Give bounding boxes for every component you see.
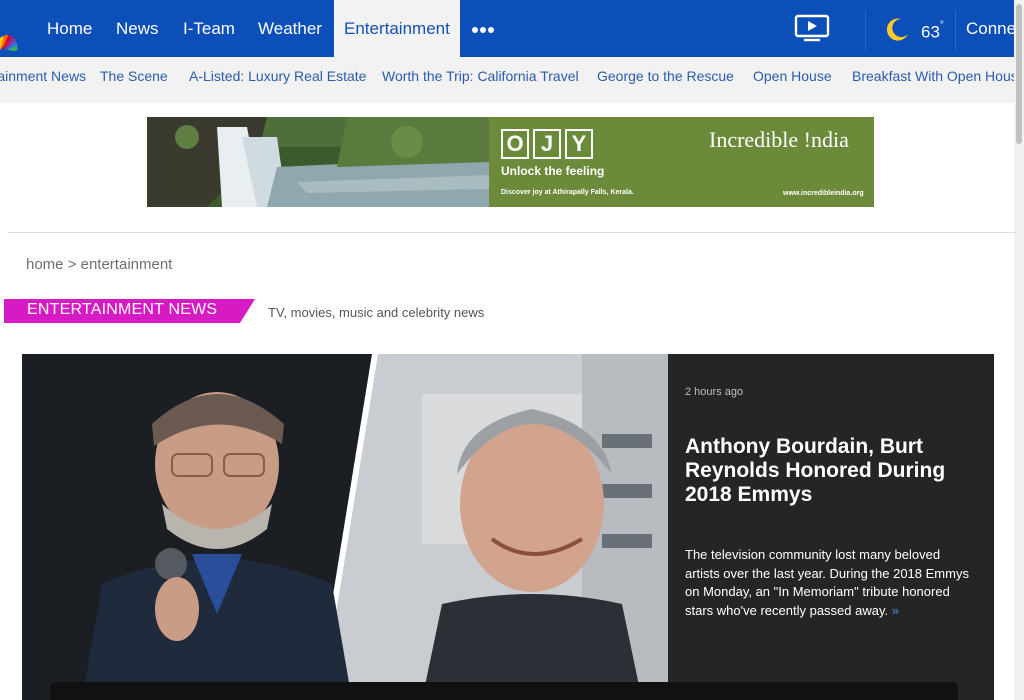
read-more-link[interactable]: »	[892, 603, 899, 618]
story-summary: The television community lost many belov…	[685, 546, 975, 620]
waterfall-ad-image	[147, 117, 489, 207]
sub-navigation: Entertainment News The Scene A-Listed: L…	[0, 57, 1024, 103]
ojy-logo: O J Y	[501, 129, 597, 159]
hero-photo[interactable]	[22, 354, 668, 700]
subnav-open-house[interactable]: Open House	[753, 57, 832, 103]
moon-icon[interactable]	[884, 16, 910, 42]
ad-url: www.incredibleindia.org	[783, 190, 864, 197]
subnav-george-to-the-rescue[interactable]: George to the Rescue	[597, 57, 734, 103]
nav-divider	[955, 10, 956, 50]
ojy-letter: J	[533, 129, 561, 159]
section-divider	[8, 232, 1016, 233]
subnav-a-listed[interactable]: A-Listed: Luxury Real Estate	[189, 57, 366, 103]
nav-divider	[865, 10, 866, 50]
temperature-value: 63	[921, 22, 940, 42]
section-title: ENTERTAINMENT NEWS	[27, 301, 218, 318]
nav-weather[interactable]: Weather	[258, 0, 322, 57]
breadcrumb[interactable]: home > entertainment	[26, 256, 172, 273]
subnav-the-scene[interactable]: The Scene	[100, 57, 168, 103]
temperature-readout[interactable]: 63°	[921, 0, 944, 57]
subnav-breakfast-with-open-house[interactable]: Breakfast With Open House	[852, 57, 1024, 103]
ad-fine-print: Discover joy at Athirapally Falls, Keral…	[501, 189, 634, 196]
nav-home[interactable]: Home	[47, 0, 92, 57]
peacock-logo-icon[interactable]	[0, 30, 20, 52]
ad-brand-logo: Incredible !ndia	[709, 127, 849, 152]
ojy-letter: Y	[565, 129, 593, 159]
video-player-bar[interactable]	[50, 682, 958, 700]
degree-symbol: °	[939, 20, 944, 31]
story-summary-text: The television community lost many belov…	[685, 547, 969, 618]
nav-entertainment[interactable]: Entertainment	[334, 0, 460, 57]
more-dots-icon[interactable]	[472, 20, 498, 40]
top-navigation: Home News I-Team Weather Entertainment 6…	[0, 0, 1024, 57]
scrollbar-thumb[interactable]	[1016, 4, 1022, 144]
advertisement-banner[interactable]: O J Y Unlock the feeling Discover joy at…	[147, 117, 874, 207]
hero-text-panel: 2 hours ago Anthony Bourdain, Burt Reyno…	[668, 354, 994, 700]
nav-i-team[interactable]: I-Team	[183, 0, 235, 57]
video-play-icon[interactable]	[794, 14, 830, 42]
ad-tagline: Unlock the feeling	[501, 164, 605, 178]
story-timestamp: 2 hours ago	[685, 386, 744, 398]
page-scrollbar[interactable]	[1014, 0, 1024, 700]
hero-story[interactable]: 2 hours ago Anthony Bourdain, Burt Reyno…	[22, 354, 994, 700]
story-headline[interactable]: Anthony Bourdain, Burt Reynolds Honored …	[685, 435, 975, 507]
section-subtitle: TV, movies, music and celebrity news	[268, 305, 485, 320]
nav-news[interactable]: News	[116, 0, 159, 57]
subnav-worth-the-trip[interactable]: Worth the Trip: California Travel	[382, 57, 579, 103]
ojy-letter: O	[501, 129, 529, 159]
ad-text-panel: O J Y Unlock the feeling Discover joy at…	[489, 117, 874, 207]
subnav-entertainment-news[interactable]: Entertainment News	[0, 57, 86, 103]
